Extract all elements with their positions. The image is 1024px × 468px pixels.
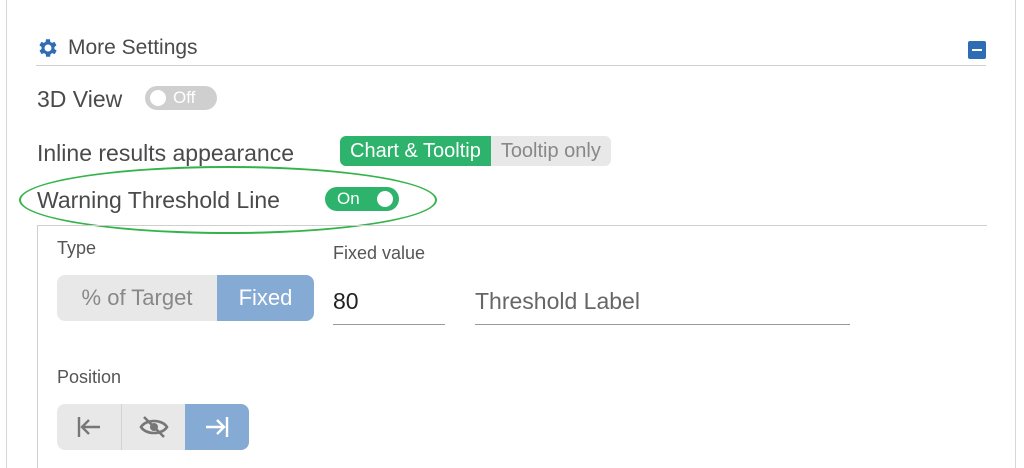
fixed-value-label: Fixed value bbox=[333, 243, 426, 263]
threshold-label-input[interactable] bbox=[475, 279, 850, 323]
position-left-button[interactable] bbox=[57, 404, 121, 450]
3d-view-toggle[interactable]: Off bbox=[145, 86, 217, 110]
type-segmented: % of Target Fixed bbox=[57, 275, 314, 321]
position-label: Position bbox=[57, 367, 122, 387]
inline-results-label: Inline results appearance bbox=[37, 140, 294, 166]
option-chart-tooltip[interactable]: Chart & Tooltip bbox=[340, 136, 491, 166]
position-right-button[interactable] bbox=[185, 404, 249, 450]
toggle-state-label: Off bbox=[173, 88, 196, 107]
toggle-knob bbox=[150, 90, 166, 106]
right-arrow-icon bbox=[206, 417, 229, 437]
warning-threshold-label: Warning Threshold Line bbox=[37, 187, 280, 213]
inline-results-segmented: Chart & Tooltip Tooltip only bbox=[340, 136, 611, 166]
left-arrow-icon bbox=[77, 417, 100, 437]
position-hidden-button[interactable] bbox=[121, 404, 185, 450]
toggle-knob bbox=[377, 191, 393, 207]
eye-off-icon bbox=[138, 416, 169, 438]
minus-icon[interactable] bbox=[968, 41, 986, 59]
fixed-value-field-wrap bbox=[333, 279, 445, 325]
type-option-fixed[interactable]: Fixed bbox=[217, 275, 314, 321]
warning-threshold-toggle[interactable]: On bbox=[325, 187, 399, 211]
toggle-state-label: On bbox=[337, 189, 360, 208]
type-label: Type bbox=[57, 238, 97, 258]
more-settings-header: More Settings bbox=[36, 30, 986, 66]
type-option-percent-target[interactable]: % of Target bbox=[57, 275, 217, 321]
option-tooltip-only[interactable]: Tooltip only bbox=[490, 136, 611, 166]
gear-icon bbox=[39, 39, 57, 57]
3d-view-label: 3D View bbox=[37, 86, 123, 112]
section-title: More Settings bbox=[68, 36, 198, 59]
position-segmented bbox=[57, 404, 249, 450]
threshold-label-field-wrap bbox=[475, 279, 850, 325]
fixed-value-input[interactable] bbox=[333, 279, 445, 323]
